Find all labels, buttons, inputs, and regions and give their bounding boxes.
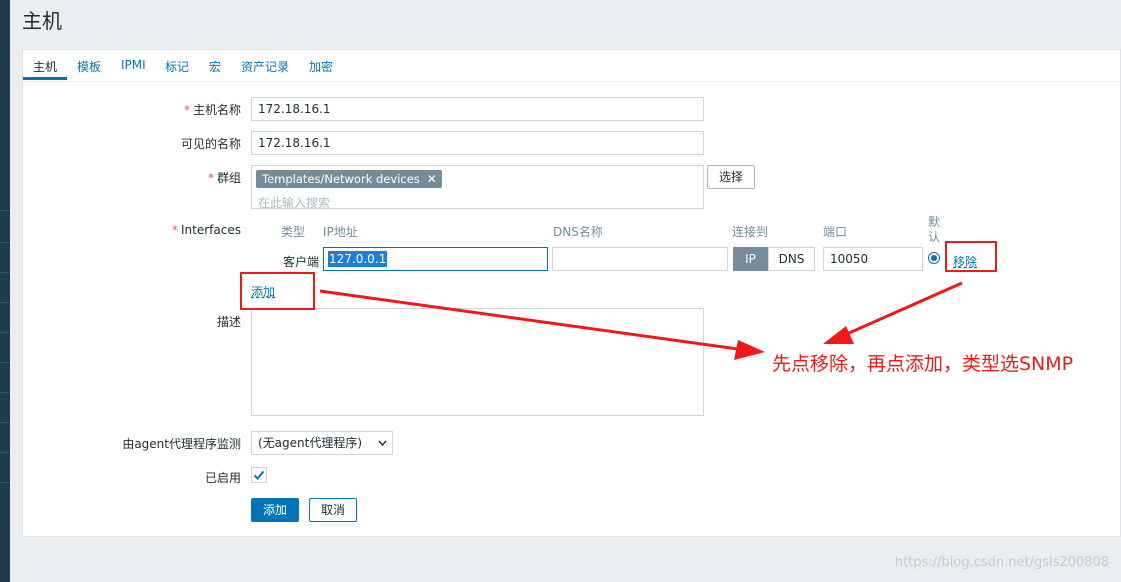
annotation-arrows [319, 281, 963, 360]
watermark: https://blog.csdn.net/gsls200808 [894, 555, 1109, 570]
annotation-text: 先点移除，再点添加，类型选SNMP [772, 353, 1074, 375]
